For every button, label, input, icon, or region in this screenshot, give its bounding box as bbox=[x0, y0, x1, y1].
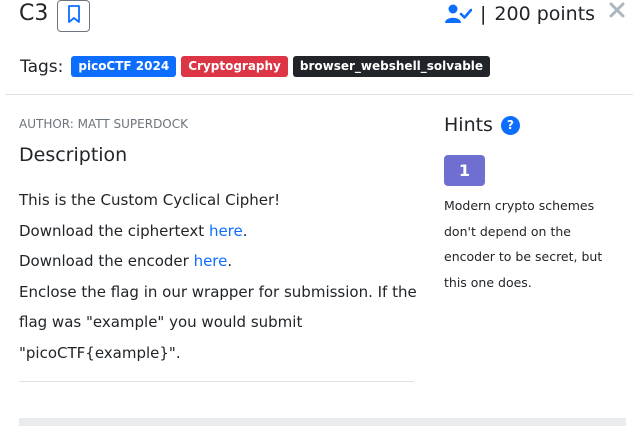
tag-cryptography[interactable]: Cryptography bbox=[181, 56, 288, 77]
tag-picoctf-2024[interactable]: picoCTF 2024 bbox=[71, 56, 177, 77]
description-body: This is the Custom Cyclical Cipher! Down… bbox=[19, 185, 419, 368]
hint-text: Modern crypto schemes don't depend on th… bbox=[444, 198, 603, 290]
description-line: Download the ciphertext here. bbox=[19, 221, 248, 240]
user-check-icon bbox=[445, 4, 472, 24]
hint-button-1[interactable]: 1 bbox=[444, 155, 485, 186]
challenge-title: C3 bbox=[19, 1, 49, 26]
description-divider bbox=[19, 381, 414, 382]
description-line: This is the Custom Cyclical Cipher! bbox=[19, 191, 281, 209]
description-line: Enclose the flag in our wrapper for subm… bbox=[19, 282, 417, 362]
flag-submit-area bbox=[19, 418, 626, 426]
hints-header: Hints ? bbox=[444, 114, 520, 136]
hints-heading: Hints bbox=[444, 114, 493, 136]
description-heading: Description bbox=[19, 144, 128, 166]
tag-browser-webshell-solvable[interactable]: browser_webshell_solvable bbox=[292, 56, 491, 77]
tags-row: Tags: picoCTF 2024 Cryptography browser_… bbox=[20, 56, 491, 77]
bookmark-icon bbox=[67, 5, 81, 27]
header-divider bbox=[5, 94, 633, 95]
ciphertext-download-link[interactable]: here bbox=[209, 222, 243, 240]
encoder-download-link[interactable]: here bbox=[194, 252, 228, 270]
bookmark-button[interactable] bbox=[57, 0, 90, 32]
points-separator: | bbox=[480, 3, 487, 25]
points-value: 200 points bbox=[494, 3, 596, 25]
points-area: | 200 points bbox=[445, 2, 595, 26]
question-circle-icon[interactable]: ? bbox=[500, 115, 520, 135]
description-line: Download the encoder here. bbox=[19, 252, 233, 270]
close-icon bbox=[609, 2, 625, 22]
tags-label: Tags: bbox=[20, 56, 64, 77]
author-line: AUTHOR: MATT SUPERDOCK bbox=[19, 117, 189, 131]
close-button[interactable] bbox=[607, 0, 627, 24]
